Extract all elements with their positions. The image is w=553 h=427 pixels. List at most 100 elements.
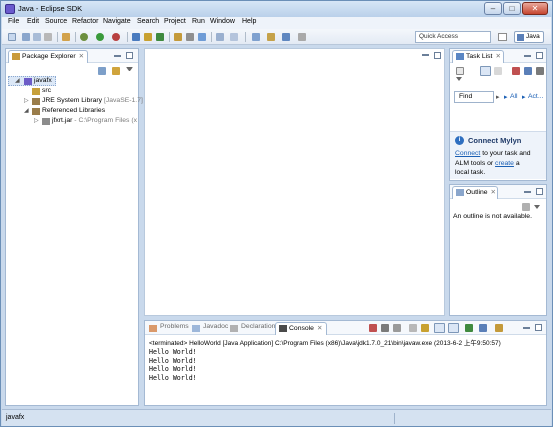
- collapse-all-icon[interactable]: [524, 67, 532, 75]
- view-menu-icon[interactable]: [534, 205, 540, 209]
- maximize-view-icon[interactable]: [535, 324, 542, 331]
- annotation-icon[interactable]: [216, 33, 224, 41]
- maximize-view-icon[interactable]: [536, 52, 543, 59]
- open-perspective-icon[interactable]: [498, 33, 507, 41]
- terminate-icon[interactable]: [369, 324, 377, 332]
- create-link[interactable]: create: [495, 160, 514, 167]
- last-edit-icon[interactable]: [267, 33, 275, 41]
- minimize-view-icon[interactable]: [422, 54, 429, 56]
- next-annotation-icon[interactable]: [230, 33, 238, 41]
- minimize-view-icon[interactable]: [524, 191, 531, 193]
- connect-link[interactable]: Connect: [455, 150, 480, 157]
- maximize-view-icon[interactable]: [434, 52, 441, 59]
- pin-icon[interactable]: [298, 33, 306, 41]
- open-console-icon[interactable]: [495, 324, 503, 332]
- new-class-icon[interactable]: [156, 33, 164, 41]
- menu-file[interactable]: File: [8, 18, 19, 25]
- quick-access-input[interactable]: Quick Access: [415, 31, 491, 43]
- view-menu-icon[interactable]: [126, 67, 133, 72]
- close-icon[interactable]: ✕: [76, 53, 84, 60]
- tree-item-referenced-libraries[interactable]: Referenced Libraries: [42, 107, 105, 114]
- close-button[interactable]: ✕: [522, 2, 548, 15]
- console-panel: Problems Javadoc Declaration Console ✕ <t…: [144, 320, 547, 406]
- open-type-icon[interactable]: [174, 33, 182, 41]
- minimize-view-icon[interactable]: [523, 327, 530, 329]
- display-console-icon[interactable]: [479, 324, 487, 332]
- maximize-view-icon[interactable]: [126, 52, 133, 59]
- editor-area[interactable]: [144, 48, 445, 316]
- menu-help[interactable]: Help: [242, 18, 256, 25]
- dropdown-icon[interactable]: [456, 77, 462, 81]
- remove-launch-icon[interactable]: [381, 324, 389, 332]
- find-options-icon[interactable]: ▸: [496, 93, 500, 101]
- minimize-view-icon[interactable]: [114, 55, 121, 57]
- tree-collapsed-icon[interactable]: ▷: [24, 97, 29, 104]
- tree-collapsed-icon[interactable]: ▷: [34, 117, 39, 124]
- menu-source[interactable]: Source: [45, 18, 67, 25]
- tab-problems[interactable]: Problems: [149, 323, 189, 332]
- menu-window[interactable]: Window: [210, 18, 235, 25]
- minimize-view-icon[interactable]: [524, 55, 531, 57]
- clear-console-icon[interactable]: [409, 324, 417, 332]
- remove-all-icon[interactable]: [393, 324, 401, 332]
- toggle-icon[interactable]: [62, 33, 70, 41]
- menu-run[interactable]: Run: [192, 18, 205, 25]
- tab-package-explorer[interactable]: Package Explorer ✕: [8, 50, 88, 63]
- tab-declaration[interactable]: Declaration: [230, 323, 276, 332]
- tab-console[interactable]: Console ✕: [275, 322, 327, 335]
- java-perspective-button[interactable]: Java: [514, 31, 544, 43]
- link-with-editor-icon[interactable]: [112, 67, 120, 75]
- activate-link[interactable]: Act...: [528, 93, 544, 100]
- external-tools-icon[interactable]: [112, 33, 120, 41]
- maximize-button[interactable]: □: [503, 2, 521, 15]
- focus-icon[interactable]: [512, 67, 520, 75]
- tab-task-list[interactable]: Task List ✕: [452, 50, 504, 63]
- new-java-project-icon[interactable]: [132, 33, 140, 41]
- view-menu-icon[interactable]: [536, 67, 544, 75]
- save-icon[interactable]: [22, 33, 30, 41]
- scheduled-icon[interactable]: [494, 67, 502, 75]
- tree-item-src[interactable]: src: [42, 87, 51, 94]
- close-icon[interactable]: ✕: [492, 53, 500, 60]
- tab-declaration-label: Declaration: [241, 323, 276, 330]
- back-icon[interactable]: [252, 33, 260, 41]
- java-project-icon: [24, 78, 32, 85]
- menu-edit[interactable]: Edit: [27, 18, 39, 25]
- search-icon[interactable]: [198, 33, 206, 41]
- new-icon[interactable]: [8, 33, 16, 41]
- categorized-icon[interactable]: [480, 66, 491, 76]
- menu-refactor[interactable]: Refactor: [72, 18, 98, 25]
- tab-javadoc-label: Javadoc: [203, 323, 229, 330]
- mylyn-line3: local task.: [455, 169, 486, 176]
- all-link[interactable]: All: [510, 93, 518, 100]
- show-on-stdout-icon[interactable]: [434, 323, 445, 333]
- close-icon[interactable]: ✕: [488, 189, 496, 196]
- tree-expanded-icon[interactable]: ◢: [24, 107, 29, 114]
- menu-project[interactable]: Project: [164, 18, 186, 25]
- forward-icon[interactable]: [282, 33, 290, 41]
- save-all-icon[interactable]: [33, 33, 41, 41]
- tree-item-jre[interactable]: JRE System Library [JavaSE-1.7]: [42, 97, 143, 104]
- show-on-stderr-icon[interactable]: [448, 323, 459, 333]
- find-input[interactable]: Find: [454, 91, 494, 103]
- new-package-icon[interactable]: [144, 33, 152, 41]
- scroll-lock-icon[interactable]: [421, 324, 429, 332]
- run-icon[interactable]: [96, 33, 104, 41]
- close-icon[interactable]: ✕: [314, 325, 322, 332]
- tree-item-project[interactable]: javafx: [34, 77, 52, 84]
- outline-toolbar-icon[interactable]: [522, 203, 530, 211]
- tree-item-jar[interactable]: jfxrt.jar - C:\Program Files (x: [52, 117, 137, 124]
- minimize-button[interactable]: –: [484, 2, 502, 15]
- menu-navigate[interactable]: Navigate: [103, 18, 131, 25]
- pin-console-icon[interactable]: [465, 324, 473, 332]
- tab-outline[interactable]: Outline ✕: [452, 186, 498, 199]
- maximize-view-icon[interactable]: [536, 188, 543, 195]
- tab-javadoc[interactable]: Javadoc: [192, 323, 229, 332]
- print-icon[interactable]: [44, 33, 52, 41]
- debug-icon[interactable]: [80, 33, 88, 41]
- new-task-icon[interactable]: [456, 67, 464, 75]
- menu-search[interactable]: Search: [137, 18, 159, 25]
- open-task-icon[interactable]: [186, 33, 194, 41]
- tree-expanded-icon[interactable]: ◢: [15, 77, 20, 84]
- collapse-all-icon[interactable]: [98, 67, 106, 75]
